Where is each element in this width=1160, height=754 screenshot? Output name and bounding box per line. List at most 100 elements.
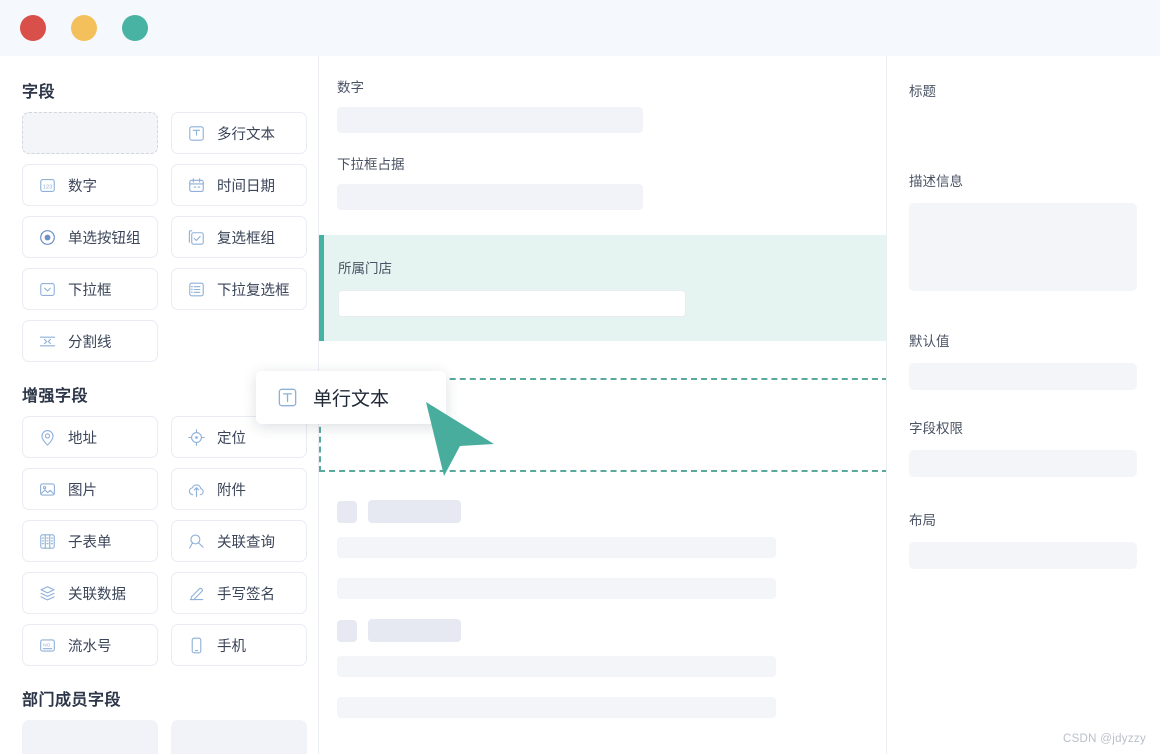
palette-item-location-pin[interactable]: 地址 (22, 416, 158, 458)
canvas-field-input[interactable] (337, 184, 643, 210)
palette-item-label: 下拉框 (68, 282, 112, 299)
canvas-selected-field-input[interactable] (338, 290, 686, 317)
property-field-label: 默认值 (909, 334, 950, 349)
palette-item-label: 地址 (68, 430, 97, 447)
skeleton-bar (337, 578, 776, 599)
palette-item-label: 手写签名 (217, 586, 275, 603)
property-field-label: 字段权限 (909, 421, 963, 436)
gps-target-icon (187, 428, 206, 447)
title-bar (0, 0, 1160, 56)
palette-item-number[interactable]: 123 数字 (22, 164, 158, 206)
palette-item-multiline-text[interactable]: 多行文本 (171, 112, 307, 154)
palette-item-empty-slot[interactable] (22, 112, 158, 154)
palette-item-label: 关联数据 (68, 586, 126, 603)
palette-item-skeleton (171, 720, 307, 754)
number-icon: 123 (38, 176, 57, 195)
palette-grid-enhanced: 地址 定位图片 附件子表单 关联查询关联数据 手写签名 NO. 流水号 手机 (0, 416, 318, 666)
palette-item-label: 附件 (217, 482, 246, 499)
palette-item-radio-group[interactable]: 单选按钮组 (22, 216, 158, 258)
palette-section-title-department: 部门成员字段 (22, 692, 122, 709)
property-field-3: 字段权限 (887, 417, 1159, 477)
palette-item-label: 图片 (68, 482, 97, 499)
skeleton-bar (337, 656, 776, 677)
palette-item-skeleton (22, 720, 158, 754)
relation-search-icon (187, 532, 206, 551)
canvas-field-label: 数字 (337, 80, 364, 95)
palette-item-label: 多行文本 (217, 126, 275, 143)
signature-pen-icon (187, 584, 206, 603)
multiline-text-icon (187, 124, 206, 143)
palette-item-relation-search[interactable]: 关联查询 (171, 520, 307, 562)
svg-text:NO.: NO. (43, 642, 52, 648)
window-maximize-button[interactable] (122, 15, 148, 41)
skeleton-square (337, 619, 357, 642)
property-field-label: 描述信息 (909, 174, 963, 189)
palette-item-mobile-phone[interactable]: 手机 (171, 624, 307, 666)
palette-item-label: 流水号 (68, 638, 112, 655)
canvas-field-number[interactable]: 数字 (319, 56, 886, 133)
divider-icon (38, 332, 57, 351)
palette-item-image[interactable]: 图片 (22, 468, 158, 510)
palette-item-upload-cloud[interactable]: 附件 (171, 468, 307, 510)
single-line-text-icon (276, 386, 299, 409)
property-field-1: 描述信息 (887, 170, 1159, 291)
palette-item-signature-pen[interactable]: 手写签名 (171, 572, 307, 614)
property-field-input[interactable] (909, 363, 1137, 390)
dropdown-multiselect-icon (187, 280, 206, 299)
canvas-skeleton-placeholder (337, 500, 776, 738)
property-field-4: 布局 (887, 509, 1159, 569)
drag-ghost-label: 单行文本 (313, 389, 390, 410)
watermark: CSDN @jdyzzy (1062, 733, 1146, 745)
palette-item-label: 时间日期 (217, 178, 275, 195)
image-icon (38, 480, 57, 499)
palette-item-calendar[interactable]: 时间日期 (171, 164, 307, 206)
checkbox-group-icon (187, 228, 206, 247)
palette-item-relation-data[interactable]: 关联数据 (22, 572, 158, 614)
window-close-button[interactable] (20, 15, 46, 41)
palette-item-label: 复选框组 (217, 230, 275, 247)
skeleton-bar (337, 697, 776, 718)
palette-item-serial-number[interactable]: NO. 流水号 (22, 624, 158, 666)
skeleton-pill (368, 500, 461, 523)
dropdown-icon (38, 280, 57, 299)
window-minimize-button[interactable] (71, 15, 97, 41)
skeleton-square (337, 500, 357, 523)
palette-item-label: 单选按钮组 (68, 230, 141, 247)
palette-item-dropdown[interactable]: 下拉框 (22, 268, 158, 310)
mobile-phone-icon (187, 636, 206, 655)
property-field-0: 标题 (887, 80, 1159, 100)
palette-item-label: 定位 (217, 430, 246, 447)
palette-grid-fields: 多行文本 123 数字 时间日期单选按钮组 复选框组下拉框 下拉复选框分割线 (0, 112, 318, 362)
location-pin-icon (38, 428, 57, 447)
skeleton-row (337, 619, 776, 642)
canvas-field-label: 下拉框占据 (337, 157, 405, 172)
palette-item-label: 下拉复选框 (217, 282, 290, 299)
canvas-field-input[interactable] (337, 107, 643, 133)
property-field-input[interactable] (909, 450, 1137, 477)
drag-ghost-card: 单行文本 (256, 371, 446, 424)
radio-group-icon (38, 228, 57, 247)
palette-section-title-fields: 字段 (22, 84, 56, 101)
palette-item-dropdown-multiselect[interactable]: 下拉复选框 (171, 268, 307, 310)
canvas-field-dropdown[interactable]: 下拉框占据 (319, 133, 886, 210)
property-field-label: 标题 (909, 84, 936, 99)
svg-text:123: 123 (43, 184, 53, 190)
palette-grid-department (0, 720, 318, 754)
canvas-field-selected-store[interactable]: 所属门店 (319, 235, 886, 341)
palette-item-subform[interactable]: 子表单 (22, 520, 158, 562)
property-field-input[interactable] (909, 542, 1137, 569)
canvas-selected-field-label: 所属门店 (338, 261, 392, 276)
relation-data-icon (38, 584, 57, 603)
palette-item-label: 分割线 (68, 334, 112, 351)
property-field-label: 布局 (909, 513, 936, 528)
palette-item-checkbox-group[interactable]: 复选框组 (171, 216, 307, 258)
skeleton-row (337, 500, 776, 523)
palette-item-label: 数字 (68, 178, 97, 195)
mouse-cursor (424, 400, 496, 483)
properties-panel: CSDN @jdyzzy 标题描述信息默认值字段权限布局 (887, 56, 1159, 754)
property-field-textarea[interactable] (909, 203, 1137, 291)
main-body: 字段 多行文本 123 数字 时间日期 单选按钮组 复选框组 下拉框 下拉复选框 分割线 增强字… (0, 56, 1160, 754)
palette-item-label: 手机 (217, 638, 246, 655)
app-window: 字段 多行文本 123 数字 时间日期 单选按钮组 复选框组 下拉框 下拉复选框 分割线 增强字… (0, 0, 1160, 754)
palette-item-divider[interactable]: 分割线 (22, 320, 158, 362)
